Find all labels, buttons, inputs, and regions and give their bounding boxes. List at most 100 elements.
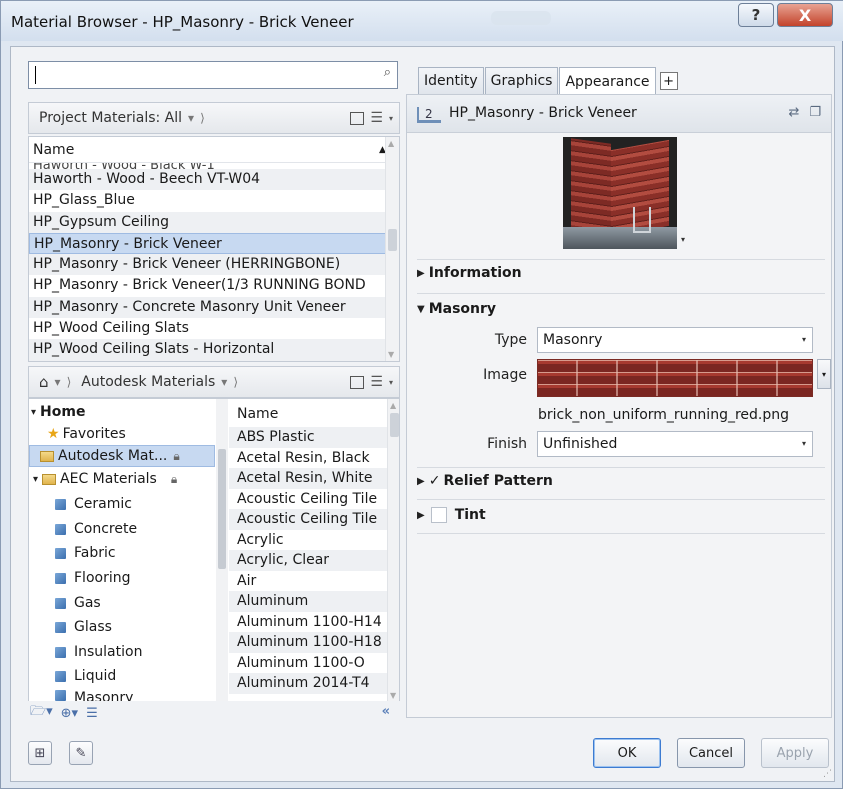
material-preview[interactable] bbox=[563, 137, 677, 249]
list-item[interactable]: HP_Wood Ceiling Slats bbox=[29, 318, 387, 339]
list-item[interactable]: Aluminum bbox=[229, 591, 389, 612]
list-item[interactable]: Air bbox=[229, 571, 389, 592]
tree-item-concrete[interactable]: Concrete bbox=[55, 518, 137, 540]
ok-button[interactable]: OK bbox=[593, 738, 661, 768]
list-item[interactable]: Haworth - Wood - Beech VT-W04 bbox=[29, 169, 387, 191]
library-name[interactable]: Autodesk Materials bbox=[81, 374, 215, 390]
tab-identity[interactable]: Identity bbox=[418, 67, 484, 94]
tint-checkbox[interactable] bbox=[430, 507, 447, 523]
collapse-triangle-icon[interactable]: ▾ bbox=[33, 474, 38, 485]
filter-dropdown-icon[interactable]: ▾ bbox=[188, 111, 194, 125]
collapse-triangle-icon[interactable]: ▼ bbox=[417, 304, 425, 315]
list-item[interactable]: Acetal Resin, White bbox=[229, 468, 389, 489]
list-item[interactable]: Acrylic, Clear bbox=[229, 550, 389, 571]
expand-triangle-icon[interactable]: ▶ bbox=[417, 268, 425, 279]
list-item[interactable]: Acrylic bbox=[229, 530, 389, 551]
list-item[interactable]: HP_Glass_Blue bbox=[29, 190, 387, 211]
scroll-up-icon[interactable]: ▲ bbox=[390, 401, 396, 410]
view-dropdown-icon[interactable]: ▾ bbox=[389, 114, 393, 126]
list-item[interactable]: Acetal Resin, Black bbox=[229, 448, 389, 469]
tree-item-autodesk-materials[interactable]: Autodesk Mat... 🔒︎ bbox=[29, 445, 215, 467]
lock-icon: 🔒︎ bbox=[170, 471, 178, 486]
finish-dropdown[interactable]: Unfinished ▾ bbox=[537, 431, 813, 457]
search-input[interactable]: ⌕ bbox=[28, 61, 398, 89]
tree-item-home[interactable]: ▾ Home bbox=[31, 401, 85, 423]
tree-item-favorites[interactable]: ★ Favorites bbox=[47, 423, 126, 445]
section-masonry[interactable]: ▼ Masonry bbox=[417, 301, 496, 317]
library-dropdown-icon[interactable]: ▾ bbox=[221, 375, 227, 389]
cancel-button[interactable]: Cancel bbox=[677, 738, 745, 768]
tree-scrollbar[interactable] bbox=[216, 399, 228, 702]
tree-item-flooring[interactable]: Flooring bbox=[55, 567, 130, 589]
tree-item-gas[interactable]: Gas bbox=[55, 592, 101, 614]
title-bar[interactable]: Material Browser - HP_Masonry - Brick Ve… bbox=[1, 1, 843, 41]
list-item[interactable]: HP_Wood Ceiling Slats - Horizontal bbox=[29, 339, 387, 361]
section-tint[interactable]: ▶ Tint bbox=[417, 507, 486, 523]
collapse-triangle-icon[interactable]: ▾ bbox=[31, 407, 36, 418]
view-dropdown-icon[interactable]: ▾ bbox=[389, 378, 393, 390]
preview-dropdown-icon[interactable]: ▾ bbox=[681, 235, 685, 244]
scrollbar-thumb[interactable] bbox=[388, 229, 397, 251]
tab-graphics[interactable]: Graphics bbox=[484, 67, 559, 94]
list-view-icon[interactable]: ☰ bbox=[370, 110, 383, 126]
section-relief-pattern[interactable]: ▶ ✓ Relief Pattern bbox=[417, 473, 553, 489]
tree-item-insulation[interactable]: Insulation bbox=[55, 641, 142, 663]
apply-button[interactable]: Apply bbox=[761, 738, 829, 768]
tree-item-fabric[interactable]: Fabric bbox=[55, 542, 116, 564]
vertical-scrollbar[interactable]: ▲ ▼ bbox=[385, 137, 399, 361]
add-tab-icon[interactable]: + bbox=[659, 72, 678, 90]
scroll-down-icon[interactable]: ▼ bbox=[388, 350, 394, 359]
resize-grip-icon[interactable]: ⋰ bbox=[823, 769, 832, 779]
image-options-button[interactable]: ▾ bbox=[817, 359, 831, 389]
project-materials-filter[interactable]: Project Materials: All bbox=[39, 110, 182, 126]
scroll-up-icon[interactable]: ▲ bbox=[388, 139, 394, 148]
list-item[interactable]: HP_Masonry - Brick Veneer(1/3 RUNNING BO… bbox=[29, 275, 387, 296]
close-button[interactable]: X bbox=[777, 3, 833, 27]
tree-item-ceramic[interactable]: Ceramic bbox=[55, 493, 132, 515]
list-item-selected[interactable]: HP_Masonry - Brick Veneer bbox=[29, 232, 387, 255]
name-column-header[interactable]: Name ▲ bbox=[29, 137, 399, 163]
image-file-name[interactable]: brick_non_uniform_running_red.png bbox=[538, 407, 789, 423]
scrollbar-thumb[interactable] bbox=[390, 413, 399, 437]
tab-appearance[interactable]: Appearance bbox=[559, 67, 656, 96]
library-list-icon[interactable]: ☰ bbox=[86, 706, 98, 721]
checkmark-icon[interactable]: ✓ bbox=[429, 473, 441, 489]
home-icon[interactable]: ⌂ bbox=[39, 373, 49, 391]
list-item[interactable]: Aluminum 2014-T4 bbox=[229, 673, 389, 694]
panel-toggle-icon[interactable] bbox=[350, 112, 365, 125]
list-view-icon[interactable]: ☰ bbox=[370, 374, 383, 390]
tree-item-aec-materials[interactable]: ▾ AEC Materials 🔒︎ bbox=[33, 468, 177, 490]
list-item[interactable]: HP_Masonry - Concrete Masonry Unit Venee… bbox=[29, 296, 387, 319]
collapse-panel-icon[interactable]: « bbox=[382, 704, 390, 719]
help-button[interactable]: ? bbox=[738, 3, 774, 27]
create-library-icon[interactable]: ⊕▾ bbox=[61, 706, 78, 721]
open-asset-browser-icon[interactable]: ✎ bbox=[69, 741, 93, 765]
tree-item-glass[interactable]: Glass bbox=[55, 616, 112, 638]
section-information[interactable]: ▶ Information bbox=[417, 265, 522, 281]
list-item[interactable]: HP_Masonry - Brick Veneer (HERRINGBONE) bbox=[29, 254, 387, 276]
scroll-down-icon[interactable]: ▼ bbox=[390, 691, 396, 700]
home-dropdown-icon[interactable]: ▾ bbox=[55, 375, 61, 389]
tree-item-liquid[interactable]: Liquid bbox=[55, 665, 116, 687]
list-item[interactable]: Aluminum 1100-O bbox=[229, 653, 389, 674]
create-material-icon[interactable]: ⊞ bbox=[28, 741, 52, 765]
expand-triangle-icon[interactable]: ▶ bbox=[417, 476, 425, 487]
brick-texture-image[interactable] bbox=[537, 359, 813, 397]
name-column-header[interactable]: Name bbox=[229, 401, 399, 427]
vertical-scrollbar[interactable]: ▲ ▼ bbox=[387, 399, 399, 702]
list-item[interactable]: ABS Plastic bbox=[229, 427, 389, 448]
open-library-icon[interactable]: 🗁︎▾ bbox=[30, 702, 53, 724]
duplicate-asset-icon[interactable]: ❐ bbox=[809, 105, 821, 120]
list-item[interactable]: Acoustic Ceiling Tile bbox=[229, 489, 389, 510]
panel-toggle-icon[interactable] bbox=[350, 376, 365, 389]
list-item[interactable]: HP_Gypsum Ceiling bbox=[29, 211, 387, 233]
list-item[interactable]: Acoustic Ceiling Tile bbox=[229, 509, 389, 530]
type-dropdown[interactable]: Masonry ▾ bbox=[537, 327, 813, 353]
finish-label: Finish bbox=[487, 436, 527, 452]
list-item[interactable]: Aluminum 1100-H18 bbox=[229, 632, 389, 653]
scrollbar-thumb[interactable] bbox=[218, 449, 226, 569]
list-item[interactable]: Aluminum 1100-H14 bbox=[229, 612, 389, 633]
replace-asset-icon[interactable]: ⇄ bbox=[788, 105, 799, 120]
expand-triangle-icon[interactable]: ▶ bbox=[417, 510, 425, 521]
search-icon[interactable]: ⌕ bbox=[384, 65, 391, 80]
